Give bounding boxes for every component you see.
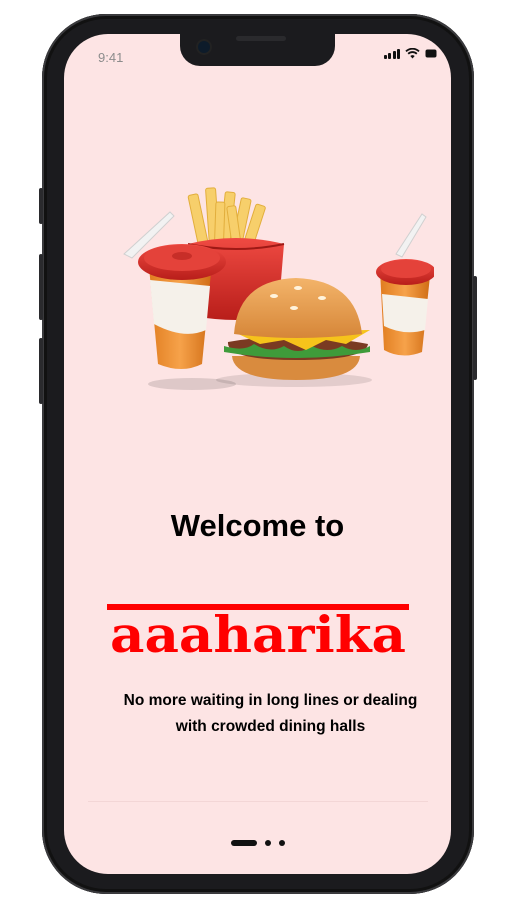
battery-icon bbox=[425, 49, 437, 58]
app-screen: 9:41 Welcome to aaaharika No more waitin… bbox=[64, 34, 451, 874]
silent-switch bbox=[39, 188, 43, 224]
notch bbox=[180, 34, 335, 66]
subtitle: No more waiting in long lines or dealing… bbox=[104, 688, 437, 740]
speaker-grille bbox=[236, 36, 286, 41]
page-indicator bbox=[64, 840, 451, 846]
right-drink-cup bbox=[376, 213, 434, 356]
divider bbox=[88, 801, 428, 802]
brand-wordmark: aaaharika bbox=[106, 604, 409, 664]
volume-down-button bbox=[39, 338, 43, 404]
status-time: 9:41 bbox=[98, 50, 124, 65]
page-dot-3[interactable] bbox=[278, 840, 285, 846]
welcome-heading: Welcome to bbox=[170, 508, 345, 543]
page-dot-1[interactable] bbox=[230, 840, 257, 846]
subtitle-line-2: with crowded dining halls bbox=[175, 718, 366, 735]
power-button bbox=[473, 276, 477, 380]
signal-icon bbox=[383, 48, 400, 59]
wifi-icon bbox=[405, 48, 420, 59]
page-dot-2[interactable] bbox=[264, 840, 271, 846]
brand-name: aaaharika bbox=[110, 605, 406, 664]
brand-logo: aaaharika bbox=[64, 594, 451, 669]
subtitle-line-1: No more waiting in long lines or dealing bbox=[123, 692, 418, 709]
food-illustration bbox=[123, 187, 434, 390]
camera-icon bbox=[198, 41, 210, 53]
status-icons bbox=[383, 48, 438, 59]
volume-up-button bbox=[39, 254, 43, 320]
